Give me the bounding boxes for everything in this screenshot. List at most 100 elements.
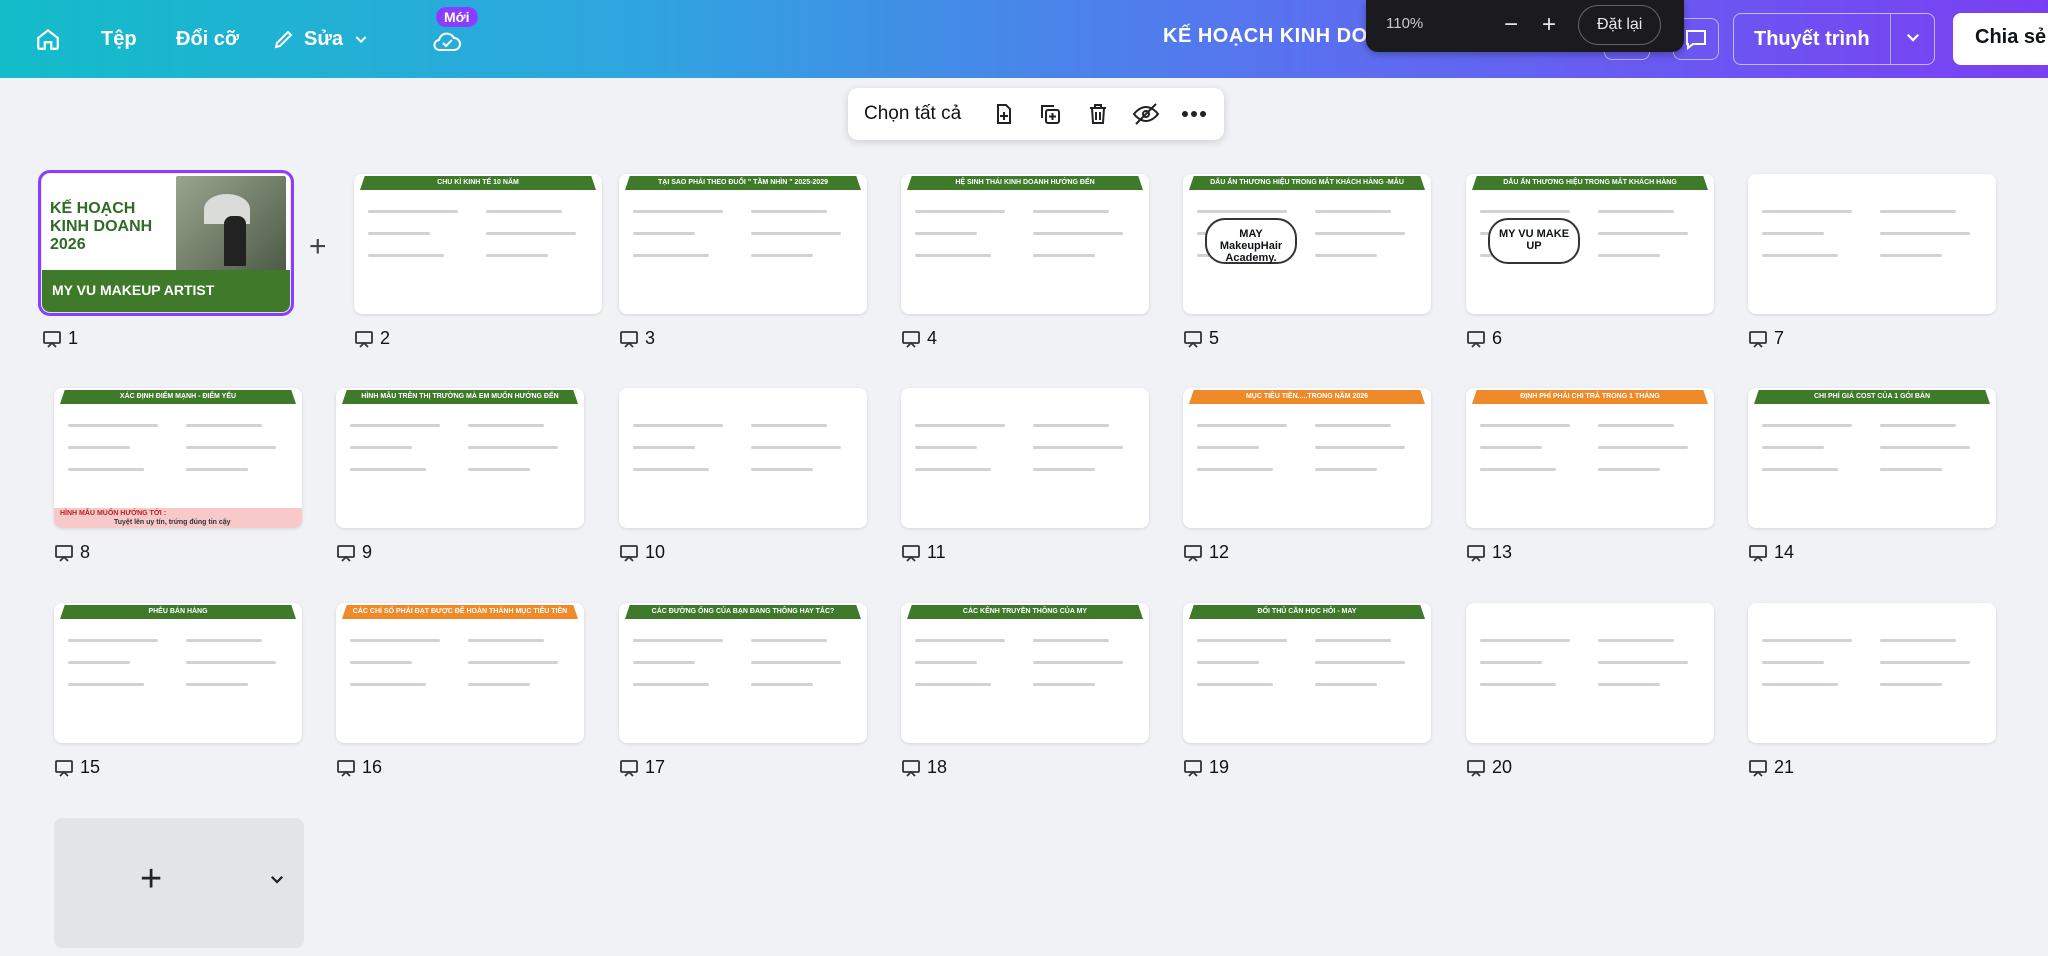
- slide-number-8[interactable]: 8: [54, 542, 90, 563]
- slide-number-21[interactable]: 21: [1748, 757, 1794, 778]
- slide-thumbnail-5[interactable]: DẤU ẤN THƯƠNG HIỆU TRONG MẮT KHÁCH HÀNG …: [1183, 174, 1431, 314]
- slide-number-18[interactable]: 18: [901, 757, 947, 778]
- content-line: [915, 232, 977, 235]
- edit-menu[interactable]: Sửa: [272, 22, 369, 56]
- content-line: [1315, 683, 1377, 686]
- add-slide-button[interactable]: +: [54, 818, 304, 948]
- slide-number-12[interactable]: 12: [1183, 542, 1229, 563]
- content-line: [1480, 683, 1556, 686]
- content-line: [633, 232, 695, 235]
- slide-title: PHỄU BÁN HÀNG: [60, 605, 296, 619]
- content-line: [1033, 254, 1095, 257]
- slide-thumbnail-20[interactable]: [1466, 603, 1714, 743]
- slide-number-14[interactable]: 14: [1748, 542, 1794, 563]
- slide-thumbnail-9[interactable]: HÌNH MẪU TRÊN THỊ TRƯỜNG MÀ EM MUỐN HƯỚN…: [336, 388, 584, 528]
- file-menu[interactable]: Tệp: [101, 22, 137, 56]
- content-line: [1598, 446, 1688, 449]
- zoom-control: 110% − + Đặt lại: [1366, 0, 1684, 52]
- content-line: [1197, 424, 1287, 427]
- chevron-down-icon: [353, 31, 369, 47]
- slide-thumbnail-1[interactable]: KẾ HOẠCH KINH DOANH 2026 MY VU MAKEUP AR…: [38, 170, 294, 316]
- slide-thumbnail-7[interactable]: [1748, 174, 1996, 314]
- plus-icon: +: [140, 858, 163, 900]
- slide-number-16[interactable]: 16: [336, 757, 382, 778]
- slide-number-11[interactable]: 11: [901, 542, 946, 563]
- content-line: [751, 661, 841, 664]
- slide-number-17[interactable]: 17: [619, 757, 665, 778]
- more-icon[interactable]: [1180, 100, 1208, 128]
- chevron-down-icon[interactable]: [268, 870, 286, 893]
- select-all-button[interactable]: Chọn tất cả: [864, 103, 961, 125]
- slide-thumbnail-16[interactable]: CÁC CHỈ SỐ PHẢI ĐẠT ĐƯỢC ĐỂ HOÀN THÀNH M…: [336, 603, 584, 743]
- slide-number-2[interactable]: 2: [354, 328, 390, 349]
- content-line: [468, 639, 544, 642]
- slide-number-15[interactable]: 15: [54, 757, 100, 778]
- slide-thumbnail-12[interactable]: MỤC TIÊU TIỀN.....TRONG NĂM 2026: [1183, 388, 1431, 528]
- slide-thumbnail-10[interactable]: [619, 388, 867, 528]
- content-line: [915, 639, 1005, 642]
- slide-number-3[interactable]: 3: [619, 328, 655, 349]
- slide-number-label: 20: [1492, 757, 1513, 777]
- slide-thumbnail-14[interactable]: CHI PHÍ GIÁ COST CỦA 1 GÓI BÁN: [1748, 388, 1996, 528]
- slide-title: HỆ SINH THÁI KINH DOANH HƯỚNG ĐẾN: [907, 176, 1143, 190]
- present-button[interactable]: Thuyết trình: [1733, 13, 1935, 65]
- content-line: [1598, 468, 1660, 471]
- content-line: [915, 661, 977, 664]
- zoom-in-icon[interactable]: +: [1534, 10, 1564, 40]
- add-slide-between-icon[interactable]: +: [309, 230, 327, 264]
- slide-thumbnail-2[interactable]: CHU KÌ KINH TẾ 10 NĂM: [354, 174, 602, 314]
- content-line: [1033, 424, 1109, 427]
- slide-thumbnail-18[interactable]: CÁC KÊNH TRUYỀN THÔNG CỦA MY: [901, 603, 1149, 743]
- slide-thumbnail-15[interactable]: PHỄU BÁN HÀNG: [54, 603, 302, 743]
- zoom-out-icon[interactable]: −: [1496, 10, 1526, 40]
- notes-icon: [1184, 544, 1202, 562]
- content-line: [68, 683, 144, 686]
- content-line: [1197, 446, 1259, 449]
- slide-thumbnail-13[interactable]: ĐỊNH PHÍ PHẢI CHI TRẢ TRONG 1 THÁNG: [1466, 388, 1714, 528]
- content-line: [1762, 468, 1838, 471]
- slide-number-10[interactable]: 10: [619, 542, 665, 563]
- slide-thumbnail-8[interactable]: XÁC ĐỊNH ĐIỂM MẠNH - ĐIỂM YẾU HÌNH MẪU MU…: [54, 388, 302, 528]
- content-line: [1315, 232, 1405, 235]
- content-line: [486, 232, 576, 235]
- slide-thumbnail-17[interactable]: CÁC ĐƯỜNG ỐNG CỦA BẠN ĐANG THÔNG HAY TẮC…: [619, 603, 867, 743]
- reset-zoom-button[interactable]: Đặt lại: [1578, 5, 1662, 45]
- share-button[interactable]: Chia sẻ: [1953, 13, 2048, 65]
- content-line: [1197, 210, 1287, 213]
- slide-title: ĐỐI THỦ CẦN HỌC HỎI - MAY: [1189, 605, 1425, 619]
- home-icon[interactable]: [31, 22, 65, 56]
- slide-number-6[interactable]: 6: [1466, 328, 1502, 349]
- slide-number-1[interactable]: 1: [42, 328, 78, 349]
- chevron-down-icon[interactable]: [1904, 28, 1922, 52]
- content-line: [1880, 446, 1970, 449]
- content-line: [751, 468, 813, 471]
- content-line: [751, 232, 841, 235]
- comment-icon: [1683, 27, 1709, 51]
- hide-icon[interactable]: [1132, 100, 1160, 128]
- content-line: [1880, 639, 1956, 642]
- content-line: [1762, 446, 1824, 449]
- slide-number-4[interactable]: 4: [901, 328, 937, 349]
- slide-number-label: 2: [380, 328, 391, 348]
- content-line: [350, 661, 412, 664]
- slide-thumbnail-19[interactable]: ĐỐI THỦ CẦN HỌC HỎI - MAY: [1183, 603, 1431, 743]
- slide-thumbnail-21[interactable]: [1748, 603, 1996, 743]
- slide-thumbnail-6[interactable]: DẤU ẤN THƯƠNG HIỆU TRONG MẮT KHÁCH HÀNG M…: [1466, 174, 1714, 314]
- slide-thumbnail-3[interactable]: TẠI SAO PHẢI THEO ĐUỔI " TẦM NHÌN " 2025…: [619, 174, 867, 314]
- slide-number-13[interactable]: 13: [1466, 542, 1512, 563]
- slide-number-20[interactable]: 20: [1466, 757, 1512, 778]
- resize-menu[interactable]: Đổi cỡ: [176, 22, 239, 56]
- slide-number-9[interactable]: 9: [336, 542, 372, 563]
- content-line: [633, 661, 695, 664]
- slide-number-7[interactable]: 7: [1748, 328, 1784, 349]
- add-page-icon[interactable]: [990, 100, 1018, 128]
- trash-icon[interactable]: [1084, 100, 1112, 128]
- duplicate-icon[interactable]: [1036, 100, 1064, 128]
- slide-number-5[interactable]: 5: [1183, 328, 1219, 349]
- slide-number-19[interactable]: 19: [1183, 757, 1229, 778]
- slide-thumbnail-4[interactable]: HỆ SINH THÁI KINH DOANH HƯỚNG ĐẾN: [901, 174, 1149, 314]
- zoom-level[interactable]: 110%: [1386, 15, 1423, 32]
- content-line: [1880, 468, 1942, 471]
- slide-thumbnail-11[interactable]: [901, 388, 1149, 528]
- cloud-sync-icon[interactable]: [430, 24, 464, 58]
